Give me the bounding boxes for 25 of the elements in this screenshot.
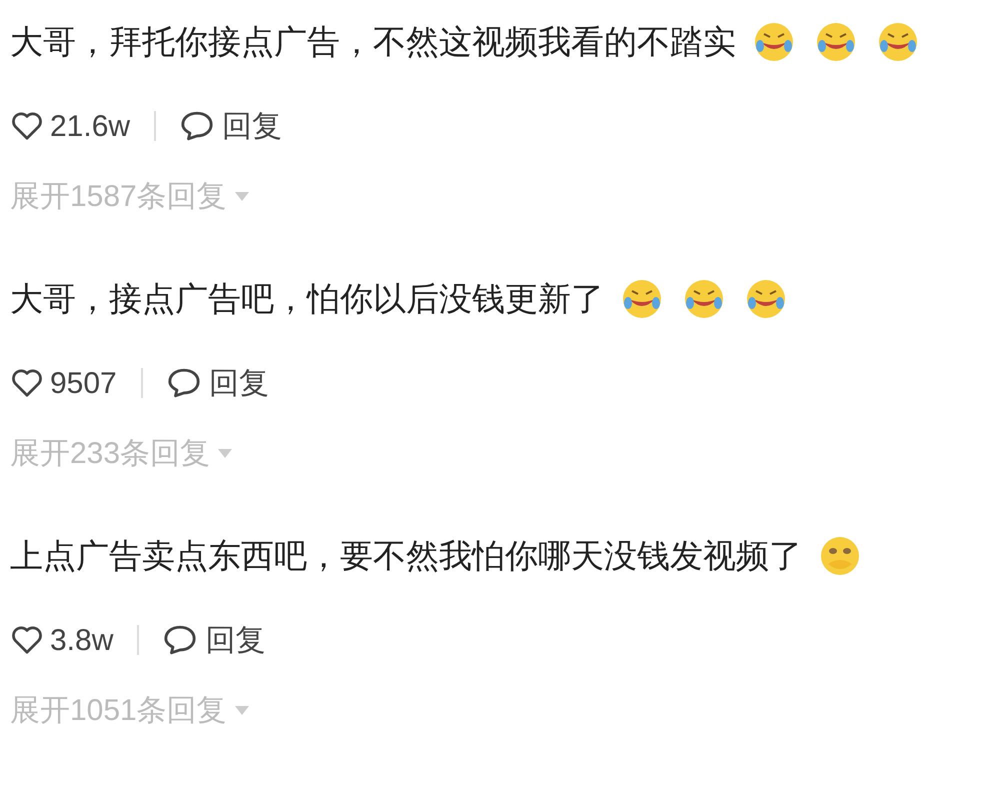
like-button[interactable]: 9507	[10, 360, 117, 406]
laughing-crying-emoji-icon	[620, 277, 664, 321]
caret-down-icon	[234, 192, 249, 202]
caret-down-icon	[234, 706, 249, 716]
heart-icon	[10, 111, 44, 141]
reply-button[interactable]: 回复	[163, 618, 266, 662]
reply-button[interactable]: 回复	[166, 360, 269, 406]
comment-text: 大哥，接点广告吧，怕你以后没钱更新了	[10, 278, 604, 320]
laughing-crying-emoji-icon	[752, 20, 796, 64]
speech-bubble-icon	[163, 624, 198, 656]
heart-icon	[10, 368, 44, 398]
like-button[interactable]: 3.8w	[10, 618, 114, 662]
caret-down-icon	[218, 448, 232, 458]
like-button[interactable]: 21.6w	[10, 104, 130, 148]
reply-button[interactable]: 回复	[180, 104, 282, 148]
comment-text: 大哥，拜托你接点广告，不然这视频我看的不踏实	[10, 21, 736, 63]
laughing-crying-emoji-icon	[682, 277, 726, 321]
laughing-crying-emoji-icon	[814, 20, 858, 64]
laughing-crying-emoji-icon	[744, 277, 788, 321]
heart-icon	[10, 625, 44, 655]
laughing-crying-emoji-icon	[876, 20, 920, 64]
comment-text: 上点广告卖点东西吧，要不然我怕你哪天没钱发视频了	[10, 535, 802, 577]
speech-bubble-icon	[180, 110, 214, 142]
hands-over-mouth-emoji-icon	[818, 534, 862, 578]
speech-bubble-icon	[166, 367, 201, 399]
